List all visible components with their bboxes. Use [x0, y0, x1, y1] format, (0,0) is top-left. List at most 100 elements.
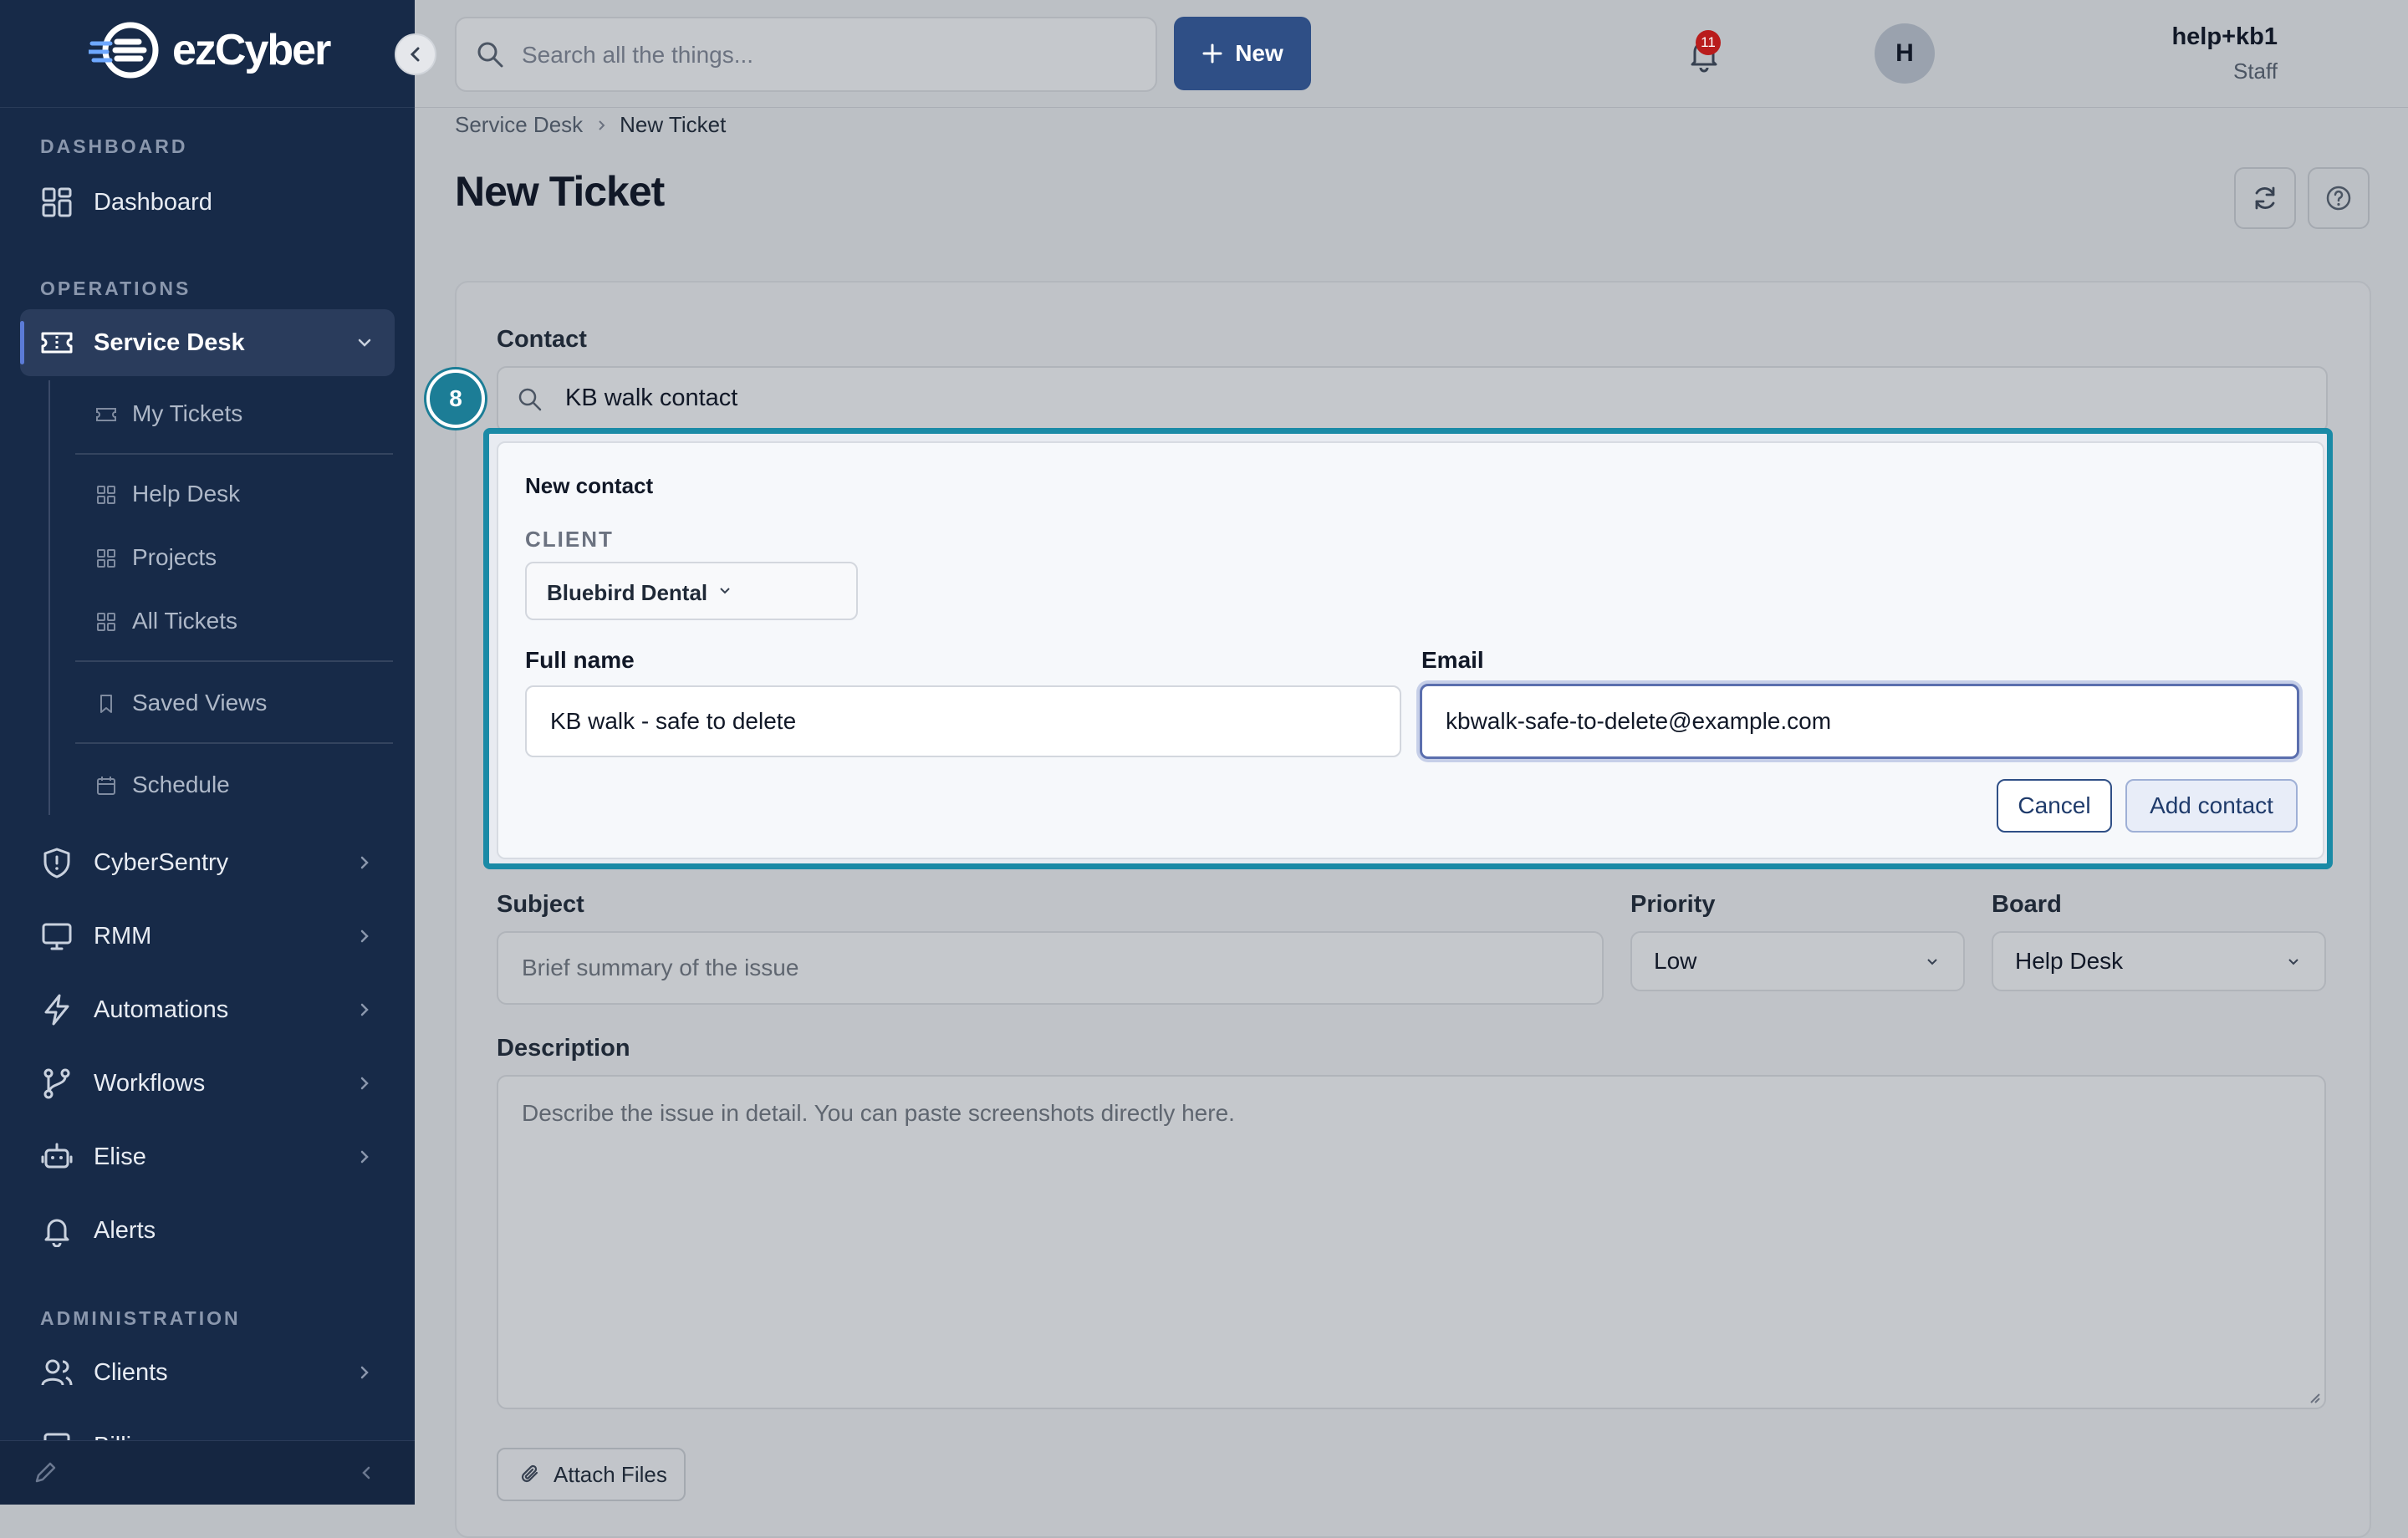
- description-textarea[interactable]: Describe the issue in detail. You can pa…: [497, 1075, 2326, 1409]
- new-button[interactable]: New: [1174, 17, 1311, 90]
- logo-text: ezCyber: [172, 26, 331, 74]
- sidebar-subitem-label: My Tickets: [132, 400, 243, 426]
- grid-icon: [97, 549, 115, 568]
- full-name-field[interactable]: [525, 685, 1401, 757]
- sidebar-item-label: Workflows: [94, 1069, 206, 1097]
- priority-label: Priority: [1630, 891, 1716, 918]
- submenu-divider: [75, 660, 393, 662]
- chevron-left-icon: [410, 47, 420, 62]
- sidebar-item-dashboard[interactable]: Dashboard: [20, 169, 395, 236]
- user-name[interactable]: help+kb1: [2171, 23, 2278, 51]
- ticket-icon: [96, 408, 116, 421]
- breadcrumb: Service Desk New Ticket: [455, 112, 726, 138]
- priority-select[interactable]: Low: [1630, 931, 1965, 991]
- sidebar-item-automations[interactable]: Automations: [20, 976, 395, 1043]
- top-bar: New 11 help+kb1 Staff H: [415, 0, 2408, 108]
- sidebar-item-label: Elise: [94, 1143, 146, 1170]
- users-icon: [41, 1359, 73, 1386]
- client-select-value: Bluebird Dental: [547, 580, 708, 605]
- sidebar-subitem-label: Projects: [132, 544, 217, 570]
- contact-search-input[interactable]: KB walk contact: [497, 366, 2328, 433]
- refresh-button[interactable]: [2234, 167, 2296, 229]
- paperclip-icon: [521, 1464, 538, 1483]
- subject-placeholder: Brief summary of the issue: [522, 955, 799, 980]
- subject-input[interactable]: Brief summary of the issue: [497, 931, 1604, 1005]
- sidebar-item-label: Automations: [94, 996, 229, 1023]
- pencil-icon[interactable]: [32, 1459, 59, 1486]
- sidebar-subitem-help-desk[interactable]: Help Desk: [75, 465, 393, 523]
- client-select[interactable]: Bluebird Dental: [525, 562, 858, 620]
- sidebar-subitem-label: Saved Views: [132, 690, 268, 716]
- chevron-down-icon: [358, 339, 371, 347]
- priority-value: Low: [1654, 948, 1697, 974]
- global-search[interactable]: [455, 17, 1157, 92]
- sidebar-item-clients[interactable]: Clients: [20, 1339, 395, 1406]
- chevron-down-icon: [1927, 959, 1937, 965]
- step-badge: 8: [426, 369, 485, 428]
- branch-icon: [43, 1068, 70, 1099]
- sidebar-subitem-schedule[interactable]: Schedule: [75, 756, 393, 814]
- sidebar-item-rmm[interactable]: RMM: [20, 903, 395, 970]
- sidebar-item-elise[interactable]: Elise: [20, 1123, 395, 1190]
- notification-count-badge: 11: [1696, 30, 1721, 55]
- submenu-divider: [75, 453, 393, 455]
- grid-icon: [97, 486, 115, 504]
- help-button[interactable]: [2308, 167, 2370, 229]
- grid-icon: [42, 187, 72, 217]
- email-field[interactable]: [1420, 684, 2299, 759]
- sidebar-subitem-saved-views[interactable]: Saved Views: [75, 674, 393, 732]
- chevron-right-icon: [360, 1366, 369, 1379]
- monitor-icon: [42, 923, 72, 950]
- search-icon: [518, 388, 542, 411]
- grid-icon: [97, 613, 115, 631]
- active-indicator: [20, 321, 24, 364]
- sidebar-subitem-my-tickets[interactable]: My Tickets: [75, 384, 393, 443]
- resize-grip-icon[interactable]: [2306, 1389, 2321, 1404]
- add-contact-button[interactable]: Add contact: [2125, 779, 2298, 833]
- section-label-operations: OPERATIONS: [40, 278, 191, 299]
- chevron-left-icon[interactable]: [356, 1463, 376, 1483]
- cancel-button[interactable]: Cancel: [1997, 779, 2112, 833]
- sidebar-item-label: Clients: [94, 1358, 168, 1386]
- board-value: Help Desk: [2015, 948, 2124, 974]
- sidebar-item-alerts[interactable]: Alerts: [20, 1197, 395, 1264]
- sidebar-item-cybersentry[interactable]: CyberSentry: [20, 829, 395, 896]
- logo-mark-icon: [89, 22, 159, 79]
- sidebar-item-label: Dashboard: [94, 188, 212, 216]
- breadcrumb-parent[interactable]: Service Desk: [455, 112, 583, 138]
- search-input[interactable]: [520, 18, 1134, 92]
- bell-icon: [44, 1219, 69, 1247]
- app-logo[interactable]: ezCyber: [89, 18, 331, 82]
- chevron-right-icon: [599, 120, 605, 130]
- submenu-rail: [48, 380, 50, 815]
- sidebar-subitem-label: All Tickets: [132, 608, 238, 634]
- contact-label: Contact: [497, 326, 587, 353]
- sidebar-collapse-button[interactable]: [395, 33, 436, 75]
- description-placeholder: Describe the issue in detail. You can pa…: [522, 1100, 1235, 1126]
- shield-icon: [43, 848, 70, 878]
- bot-icon: [41, 1143, 73, 1169]
- avatar[interactable]: H: [1875, 23, 1935, 84]
- board-label: Board: [1992, 891, 2062, 918]
- sidebar-subitem-all-tickets[interactable]: All Tickets: [75, 592, 393, 650]
- subject-label: Subject: [497, 891, 584, 918]
- lightning-icon: [44, 994, 69, 1026]
- chevron-right-icon: [360, 1003, 369, 1016]
- sidebar-subitem-label: Schedule: [132, 772, 230, 797]
- help-icon: [2326, 186, 2351, 211]
- board-select[interactable]: Help Desk: [1992, 931, 2326, 991]
- search-icon: [477, 42, 503, 68]
- description-label: Description: [497, 1035, 630, 1062]
- section-label-administration: ADMINISTRATION: [40, 1307, 241, 1329]
- sidebar-item-workflows[interactable]: Workflows: [20, 1050, 395, 1117]
- attach-files-button[interactable]: Attach Files: [497, 1448, 686, 1501]
- chevron-right-icon: [360, 856, 369, 869]
- breadcrumb-current: New Ticket: [620, 112, 727, 137]
- full-name-label: Full name: [525, 647, 635, 673]
- user-role: Staff: [2232, 59, 2278, 84]
- sidebar-item-service-desk[interactable]: Service Desk: [20, 309, 395, 376]
- chevron-down-icon: [720, 588, 730, 594]
- chevron-right-icon: [360, 929, 369, 943]
- sidebar-subitem-projects[interactable]: Projects: [75, 528, 393, 587]
- bookmark-icon: [100, 695, 112, 713]
